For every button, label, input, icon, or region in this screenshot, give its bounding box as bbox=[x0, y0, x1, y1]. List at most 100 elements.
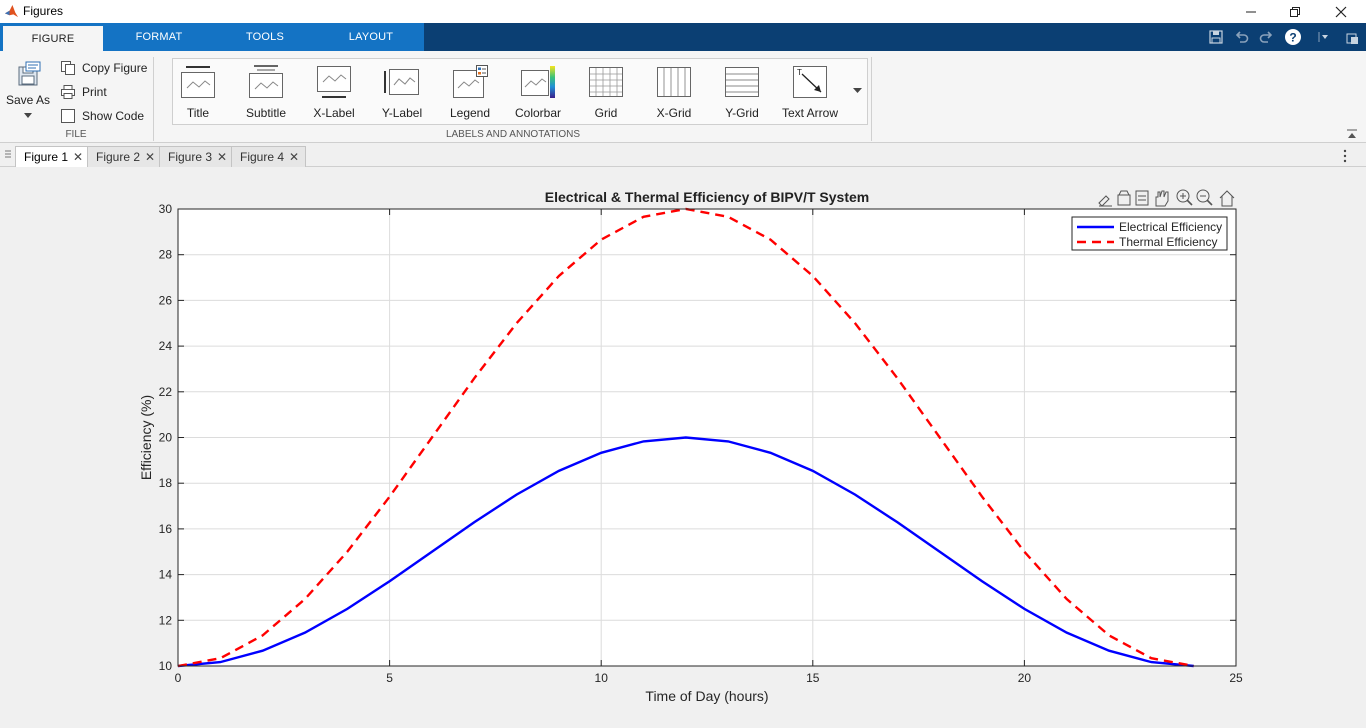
y-tick-label: 30 bbox=[159, 202, 173, 216]
section-divider bbox=[871, 57, 872, 141]
svg-text:T: T bbox=[797, 68, 802, 77]
gallery-item-x-grid[interactable]: X-Grid bbox=[641, 59, 707, 125]
tab-tools[interactable]: TOOLS bbox=[214, 23, 316, 51]
figure-tab-label: Figure 3 bbox=[168, 150, 213, 164]
copy-figure-button[interactable]: Copy Figure bbox=[60, 58, 147, 78]
close-tab-icon[interactable]: ✕ bbox=[73, 150, 83, 164]
x-grid-icon bbox=[657, 67, 691, 97]
close-tab-icon[interactable]: ✕ bbox=[217, 150, 227, 164]
show-code-checkbox[interactable]: Show Code bbox=[60, 106, 144, 126]
tab-grip-icon[interactable] bbox=[5, 150, 11, 160]
minimize-button[interactable] bbox=[1228, 0, 1274, 23]
gallery-item-y-grid[interactable]: Y-Grid bbox=[709, 59, 775, 125]
y-tick-label: 22 bbox=[159, 385, 173, 399]
figure-tab[interactable]: Figure 1 ✕ bbox=[15, 146, 91, 167]
y-tick-label: 12 bbox=[159, 613, 173, 627]
chart-title: Electrical & Thermal Efficiency of BIPV/… bbox=[545, 189, 869, 205]
close-tab-icon[interactable]: ✕ bbox=[145, 150, 155, 164]
x-tick-label: 0 bbox=[175, 671, 182, 685]
figure-tab[interactable]: Figure 3 ✕ bbox=[159, 146, 235, 167]
collapse-ribbon-icon[interactable] bbox=[1346, 129, 1358, 139]
ribbon-tab-strip: FIGURE FORMAT TOOLS LAYOUT ? bbox=[0, 23, 1366, 51]
chevron-down-icon bbox=[853, 88, 862, 93]
save-icon[interactable] bbox=[1208, 29, 1224, 45]
gallery-item-x-label[interactable]: X-Label bbox=[301, 59, 367, 125]
legend-icon bbox=[453, 65, 488, 98]
figure-tab-label: Figure 1 bbox=[24, 150, 69, 164]
matlab-logo-icon bbox=[4, 4, 19, 18]
gallery-item-grid[interactable]: Grid bbox=[573, 59, 639, 125]
gallery-item-title[interactable]: Title bbox=[165, 59, 231, 125]
copy-figure-label: Copy Figure bbox=[82, 61, 148, 75]
window-title-bar: Figures bbox=[0, 0, 1366, 23]
quick-access-menu-icon[interactable] bbox=[1318, 31, 1332, 43]
x-tick-label: 10 bbox=[595, 671, 609, 685]
figure-tab[interactable]: Figure 4 ✕ bbox=[231, 146, 307, 167]
print-label: Print bbox=[82, 85, 107, 99]
y-tick-label: 18 bbox=[159, 476, 173, 490]
gallery-label-x-grid: X-Grid bbox=[656, 106, 692, 120]
gallery-item-y-label[interactable]: Y-Label bbox=[369, 59, 435, 125]
x-tick-label: 15 bbox=[806, 671, 820, 685]
x-tick-label: 25 bbox=[1229, 671, 1243, 685]
minimize-icon bbox=[1246, 11, 1256, 12]
legend[interactable]: Electrical EfficiencyThermal Efficiency bbox=[1071, 216, 1228, 251]
legend-entry-label: Thermal Efficiency bbox=[1119, 235, 1217, 249]
gallery-item-text-arrow[interactable]: T Text Arrow bbox=[777, 59, 843, 125]
close-window-button[interactable] bbox=[1318, 0, 1364, 23]
y-grid-icon bbox=[725, 67, 759, 97]
close-tab-icon[interactable]: ✕ bbox=[289, 150, 299, 164]
line-chart: Electrical & Thermal Efficiency of BIPV/… bbox=[138, 189, 1243, 704]
labels-gallery: Title Subtitle X-Label Y-Label Legend Co… bbox=[172, 58, 868, 125]
labels-section-label: LABELS AND ANNOTATIONS bbox=[445, 129, 581, 140]
figure-tab[interactable]: Figure 2 ✕ bbox=[87, 146, 163, 167]
figure-canvas[interactable]: Electrical & Thermal Efficiency of BIPV/… bbox=[0, 168, 1366, 728]
y-tick-label: 20 bbox=[159, 431, 173, 445]
redo-icon[interactable] bbox=[1258, 29, 1274, 45]
close-icon bbox=[1335, 6, 1347, 17]
gallery-item-legend[interactable]: Legend bbox=[437, 59, 503, 125]
subtitle-icon bbox=[249, 65, 283, 98]
figure-tab-strip: Figure 1 ✕ Figure 2 ✕ Figure 3 ✕ Figure 4 ✕ bbox=[0, 144, 1366, 167]
undo-icon[interactable] bbox=[1234, 29, 1250, 45]
help-icon[interactable]: ? bbox=[1284, 28, 1302, 46]
undock-icon[interactable] bbox=[1346, 31, 1360, 45]
tab-layout[interactable]: LAYOUT bbox=[320, 23, 422, 51]
gallery-item-subtitle[interactable]: Subtitle bbox=[233, 59, 299, 125]
save-as-label: Save As bbox=[5, 93, 51, 107]
more-options-icon[interactable] bbox=[1342, 149, 1348, 163]
gallery-label-subtitle: Subtitle bbox=[245, 106, 287, 120]
gallery-label-colorbar: Colorbar bbox=[514, 106, 562, 120]
copy-icon bbox=[61, 61, 75, 75]
section-divider bbox=[153, 57, 154, 141]
y-tick-label: 28 bbox=[159, 248, 173, 262]
ribbon-toolbar: Save As Copy Figure Print Show Code FILE… bbox=[0, 51, 1366, 143]
print-button[interactable]: Print bbox=[60, 82, 107, 102]
restore-icon bbox=[1290, 6, 1300, 17]
gallery-label-y-grid: Y-Grid bbox=[725, 106, 759, 120]
gallery-label-x-label: X-Label bbox=[313, 106, 355, 120]
window-title: Figures bbox=[23, 4, 64, 18]
gallery-item-colorbar[interactable]: Colorbar bbox=[505, 59, 571, 125]
gallery-label-text-arrow: Text Arrow bbox=[781, 106, 838, 120]
tab-format[interactable]: FORMAT bbox=[108, 23, 210, 51]
svg-text:?: ? bbox=[1289, 31, 1296, 45]
y-tick-label: 26 bbox=[159, 293, 173, 307]
y-axis-label: Efficiency (%) bbox=[138, 395, 154, 480]
chevron-down-icon bbox=[24, 113, 32, 118]
save-as-button[interactable]: Save As bbox=[4, 59, 52, 125]
file-section-label: FILE bbox=[65, 129, 87, 140]
y-tick-label: 16 bbox=[159, 522, 173, 536]
checkbox-icon bbox=[61, 109, 75, 123]
y-tick-label: 10 bbox=[159, 659, 173, 673]
printer-icon bbox=[61, 85, 75, 99]
gallery-label-grid: Grid bbox=[594, 106, 618, 120]
gallery-expand-button[interactable] bbox=[848, 58, 868, 125]
grid-icon bbox=[589, 67, 623, 97]
tab-figure[interactable]: FIGURE bbox=[3, 26, 103, 51]
y-tick-label: 14 bbox=[159, 568, 173, 582]
x-label-icon bbox=[317, 66, 351, 98]
text-arrow-icon: T bbox=[793, 66, 827, 98]
x-axis-label: Time of Day (hours) bbox=[645, 688, 768, 704]
restore-button[interactable] bbox=[1272, 0, 1318, 23]
